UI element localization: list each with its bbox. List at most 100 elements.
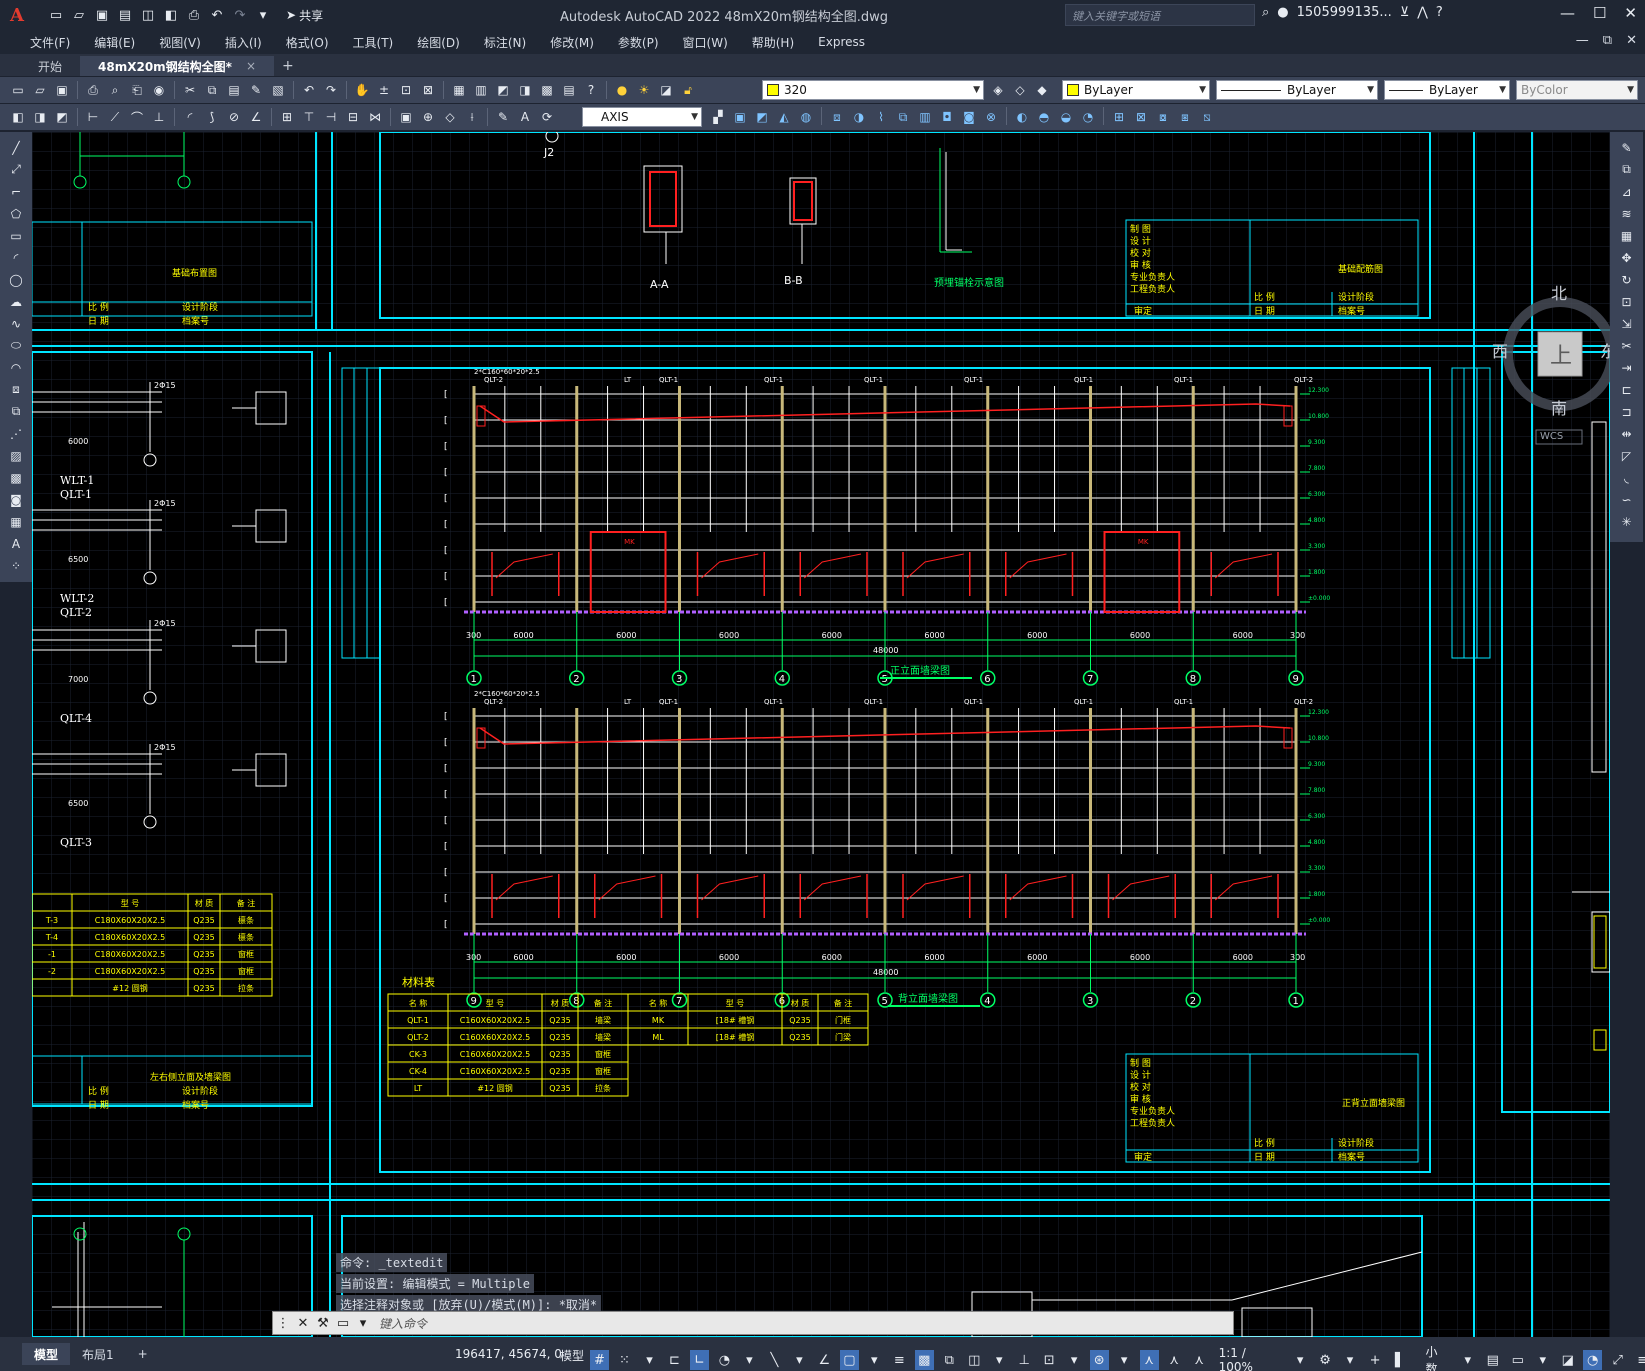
properties-icon[interactable]: ▦ bbox=[449, 80, 469, 100]
infer-constraints-icon[interactable]: ⊏ bbox=[665, 1350, 684, 1370]
zoom-window-icon[interactable]: ⊡ bbox=[396, 80, 416, 100]
offset-icon[interactable]: ≋ bbox=[1617, 204, 1637, 223]
maximize-icon[interactable]: ☐ bbox=[1593, 4, 1606, 22]
intersect-icon[interactable]: ⊗ bbox=[981, 107, 1001, 127]
menu-file[interactable]: 文件(F) bbox=[18, 34, 82, 51]
chevron-down-icon[interactable]: ▾ bbox=[1115, 1350, 1134, 1370]
spline-icon[interactable]: ∿ bbox=[6, 314, 26, 333]
isolate-objects-icon[interactable]: ◪ bbox=[1558, 1350, 1577, 1370]
paste-icon[interactable]: ▤ bbox=[224, 80, 244, 100]
sweep-icon[interactable]: ⌇ bbox=[871, 107, 891, 127]
layer-properties-icon[interactable]: ◧ bbox=[8, 107, 28, 127]
blend-icon[interactable]: ∽ bbox=[1617, 490, 1637, 509]
loft-icon[interactable]: ⧉ bbox=[893, 107, 913, 127]
point-icon[interactable]: ⋰ bbox=[6, 424, 26, 443]
chevron-down-icon[interactable]: ▾ bbox=[740, 1350, 759, 1370]
color-dropdown[interactable]: ByLayer ▼ bbox=[1062, 80, 1210, 100]
render-icon[interactable]: ◓ bbox=[1034, 107, 1054, 127]
wedge-icon[interactable]: ◩ bbox=[752, 107, 772, 127]
doc-minimize-icon[interactable]: — bbox=[1576, 33, 1589, 48]
dimstyle-dropdown[interactable]: AXIS ▼ bbox=[582, 107, 702, 127]
plotstyle-dropdown[interactable]: ByColor ▼ bbox=[1516, 80, 1638, 100]
diameter-dim-icon[interactable]: ⊘ bbox=[224, 107, 244, 127]
customization-menu-icon[interactable]: ≡ bbox=[1633, 1350, 1645, 1370]
markup-icon[interactable]: ▩ bbox=[537, 80, 557, 100]
subtract-icon[interactable]: ◙ bbox=[959, 107, 979, 127]
model-space-toggle[interactable]: 模型 bbox=[560, 1347, 584, 1364]
search-icon[interactable]: ⌕ bbox=[1262, 5, 1269, 20]
add-selected-icon[interactable]: ⁘ bbox=[6, 556, 26, 575]
menu-draw[interactable]: 绘图(D) bbox=[405, 34, 472, 51]
lineweight-icon[interactable]: ≡ bbox=[890, 1350, 909, 1370]
chevron-down-icon[interactable]: ▾ bbox=[1065, 1350, 1084, 1370]
dim-update-icon[interactable]: ⟳ bbox=[537, 107, 557, 127]
circle-icon[interactable]: ◯ bbox=[6, 270, 26, 289]
object-snap-icon[interactable]: ▢ bbox=[839, 1350, 859, 1370]
plot-icon[interactable]: ⎙ bbox=[184, 5, 204, 25]
polyline-icon[interactable]: ⌐ bbox=[6, 182, 26, 201]
erase-icon[interactable]: ✎ bbox=[1617, 138, 1637, 157]
jogged-dim-icon[interactable]: ⟆ bbox=[202, 107, 222, 127]
construction-line-icon[interactable]: ⤢ bbox=[6, 160, 26, 179]
design-center-icon[interactable]: ▥ bbox=[471, 80, 491, 100]
help-icon[interactable]: ? bbox=[581, 80, 601, 100]
tab-layout1[interactable]: 布局1 bbox=[70, 1343, 126, 1365]
make-current-layer-icon[interactable]: ◈ bbox=[988, 80, 1008, 100]
insert-block-icon[interactable]: ⧈ bbox=[6, 380, 26, 399]
compass-east[interactable]: 东 bbox=[1600, 338, 1610, 362]
open-icon[interactable]: ▱ bbox=[30, 80, 50, 100]
tolerance-icon[interactable]: ▣ bbox=[396, 107, 416, 127]
cone-icon[interactable]: ◭ bbox=[774, 107, 794, 127]
clean-screen-icon[interactable]: ⤢ bbox=[1608, 1350, 1627, 1370]
calculator-icon[interactable]: ▤ bbox=[559, 80, 579, 100]
menu-express[interactable]: Express bbox=[806, 35, 877, 49]
compass-west[interactable]: 西 bbox=[1492, 338, 1508, 362]
minimize-icon[interactable]: — bbox=[1560, 4, 1575, 22]
menu-insert[interactable]: 插入(I) bbox=[213, 34, 274, 51]
copy-object-icon[interactable]: ⧉ bbox=[1617, 160, 1637, 179]
chevron-down-icon[interactable]: ▾ bbox=[1341, 1350, 1360, 1370]
chevron-down-icon[interactable]: ▾ bbox=[640, 1350, 659, 1370]
grid-icon[interactable]: # bbox=[590, 1350, 609, 1370]
pan-icon[interactable]: ✋ bbox=[352, 80, 372, 100]
fillet-icon[interactable]: ◟ bbox=[1617, 468, 1637, 487]
menu-dimension[interactable]: 标注(N) bbox=[472, 34, 538, 51]
viewcube[interactable]: 北 南 东 西 上 WCS bbox=[1492, 272, 1610, 462]
search-input[interactable]: 键入关键字或短语 bbox=[1065, 4, 1255, 26]
gradient-icon[interactable]: ▩ bbox=[6, 468, 26, 487]
cart-icon[interactable]: ⊻ bbox=[1400, 5, 1410, 20]
tool-palettes-icon[interactable]: ◩ bbox=[493, 80, 513, 100]
customize-icon[interactable]: ⚒ bbox=[313, 1312, 333, 1334]
hatch-icon[interactable]: ▨ bbox=[6, 446, 26, 465]
share-button[interactable]: ➤ 共享 bbox=[280, 5, 329, 26]
new-tab-button[interactable]: + bbox=[274, 58, 302, 76]
chevron-down-icon[interactable]: ▾ bbox=[990, 1350, 1009, 1370]
trim-icon[interactable]: ✂ bbox=[1617, 336, 1637, 355]
arc-icon[interactable]: ◜ bbox=[6, 248, 26, 267]
save-icon[interactable]: ▣ bbox=[92, 5, 112, 25]
tab-drawing[interactable]: 48mX20m钢结构全图* × bbox=[80, 56, 275, 76]
workspace-gear-icon[interactable]: ⚙ bbox=[1316, 1350, 1335, 1370]
array-icon[interactable]: ▦ bbox=[1617, 226, 1637, 245]
recent-commands-icon[interactable]: ▭ bbox=[333, 1312, 353, 1334]
continue-dim-icon[interactable]: ⊣ bbox=[321, 107, 341, 127]
plot-icon[interactable]: ⎙ bbox=[83, 80, 103, 100]
line-icon[interactable]: ╱ bbox=[6, 138, 26, 157]
visual-style-icon[interactable]: ◒ bbox=[1056, 107, 1076, 127]
wcs-menu[interactable]: WCS bbox=[1540, 431, 1563, 442]
break-at-point-icon[interactable]: ⊏ bbox=[1617, 380, 1637, 399]
ellipse-arc-icon[interactable]: ◠ bbox=[6, 358, 26, 377]
break-icon[interactable]: ⊐ bbox=[1617, 402, 1637, 421]
extrude-icon[interactable]: ⧈ bbox=[827, 107, 847, 127]
shade-icon[interactable]: ◐ bbox=[1012, 107, 1032, 127]
layer-iso-icon[interactable]: ◩ bbox=[52, 107, 72, 127]
region-icon[interactable]: ◙ bbox=[6, 490, 26, 509]
chamfer-icon[interactable]: ◸ bbox=[1617, 446, 1637, 465]
zoom-previous-icon[interactable]: ⊠ bbox=[418, 80, 438, 100]
layer-states-icon[interactable]: ◆ bbox=[1032, 80, 1052, 100]
radius-dim-icon[interactable]: ◜ bbox=[180, 107, 200, 127]
join-icon[interactable]: ⇹ bbox=[1617, 424, 1637, 443]
gizmo-icon[interactable]: ⊛ bbox=[1089, 1350, 1109, 1370]
layer-lock-icon[interactable]: 🔓︎ bbox=[678, 80, 698, 100]
ucs-icon[interactable]: ⊞ bbox=[1109, 107, 1129, 127]
